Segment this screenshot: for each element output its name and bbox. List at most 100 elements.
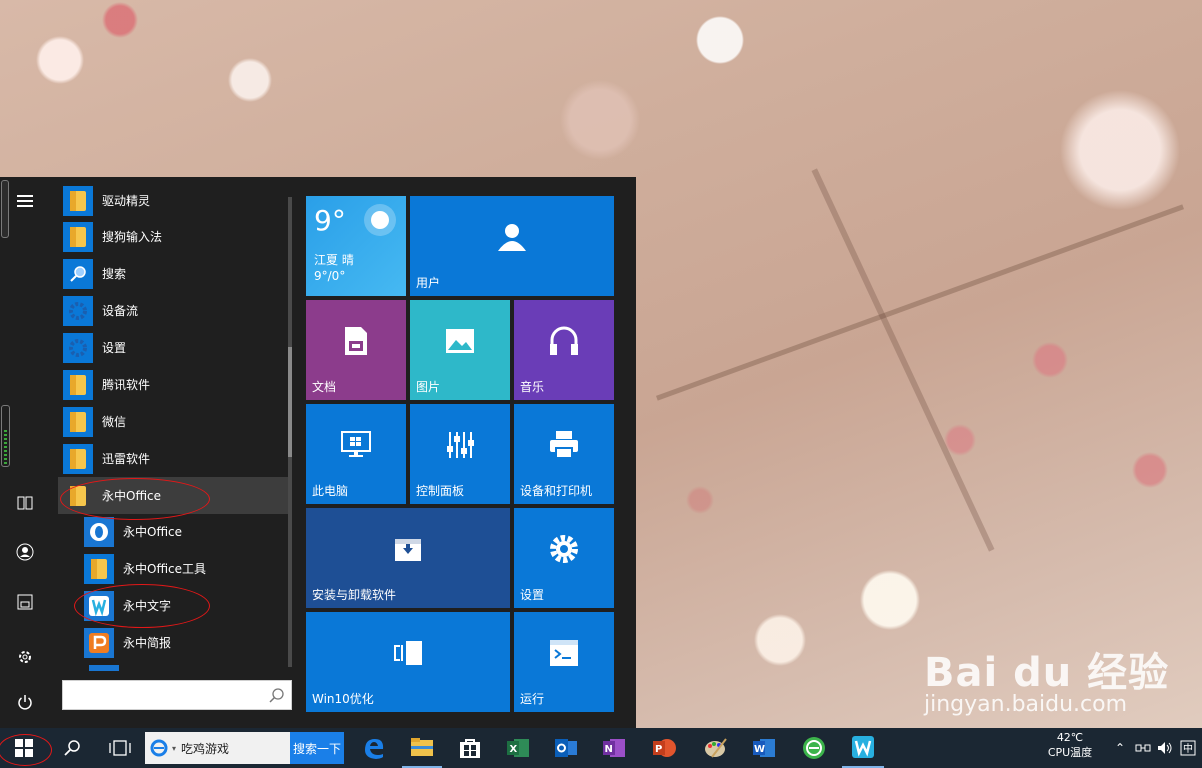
weather-tile[interactable]: 9° 江夏 晴 9°/0°	[306, 196, 406, 296]
user-avatar-icon[interactable]	[0, 532, 50, 572]
outlook-icon[interactable]	[546, 728, 586, 768]
powerpoint-icon[interactable]: P	[642, 728, 688, 768]
tile-label: 用户	[416, 276, 441, 290]
list-item[interactable]: 设备流	[58, 292, 288, 329]
yozo-writer-icon[interactable]	[842, 728, 884, 768]
scrollbar-thumb[interactable]	[288, 347, 292, 457]
search-icon[interactable]	[52, 728, 92, 768]
monitor-icon	[306, 404, 406, 486]
task-view-icon[interactable]	[98, 728, 142, 768]
highlight-oval	[0, 734, 52, 766]
app-label: 微信	[102, 415, 127, 429]
onenote-icon[interactable]: N	[594, 728, 634, 768]
tile-label: 设置	[520, 588, 545, 602]
folder-icon	[84, 553, 114, 584]
app-label: 腾讯软件	[102, 378, 151, 392]
highlight-oval	[60, 478, 210, 520]
tile-label: 运行	[520, 692, 545, 706]
cpu-temp-value: 42℃	[1056, 731, 1084, 744]
svg-text:W: W	[754, 744, 765, 755]
wallpaper-branch	[811, 168, 995, 552]
settings-tile[interactable]: 设置	[514, 508, 614, 608]
documents-tile[interactable]: 文档	[306, 300, 406, 400]
sun-icon	[364, 204, 396, 236]
svg-text:P: P	[655, 744, 662, 755]
list-item[interactable]: 迅雷软件	[58, 440, 288, 477]
volume-icon[interactable]	[1154, 728, 1176, 768]
control-panel-tile[interactable]: 控制面板	[410, 404, 510, 504]
gear-icon	[514, 508, 614, 590]
picture-icon	[410, 300, 510, 382]
headphones-icon	[514, 300, 614, 382]
partial-list-item	[89, 665, 119, 671]
start-menu: 驱动精灵 搜狗输入法 搜索 设备流 设置 腾讯软件 微信 迅雷软件 永中Offi…	[0, 177, 636, 728]
list-item[interactable]: 微信	[58, 403, 288, 440]
weather-range: 9°/0°	[314, 269, 346, 283]
gear-icon	[63, 295, 93, 326]
weather-temp: 9°	[314, 204, 346, 237]
tile-label: 控制面板	[416, 484, 465, 498]
list-item[interactable]: 永中简报	[58, 624, 288, 661]
list-item[interactable]: 驱动精灵	[58, 182, 288, 219]
printer-icon	[514, 404, 614, 486]
search-query: 吃鸡游戏	[181, 741, 230, 756]
tile-label: 设备和打印机	[520, 484, 593, 498]
yozo-office-icon	[84, 516, 114, 547]
power-icon[interactable]	[0, 682, 50, 722]
input-method-icon[interactable]: 中	[1176, 728, 1200, 768]
list-item[interactable]: 设置	[58, 329, 288, 366]
store-icon[interactable]	[450, 728, 490, 768]
win10-optimize-tile[interactable]: Win10优化	[306, 612, 510, 712]
app-label: 搜索	[102, 267, 127, 281]
run-tile[interactable]: 运行	[514, 612, 614, 712]
cpu-temperature[interactable]: 42℃ CPU温度	[1040, 728, 1100, 768]
this-pc-tile[interactable]: 此电脑	[306, 404, 406, 504]
volume-indicator	[1, 405, 10, 467]
list-item[interactable]: 搜索	[58, 255, 288, 292]
wallpaper-branch	[656, 204, 1184, 401]
install-uninstall-tile[interactable]: 安装与卸载软件	[306, 508, 510, 608]
panel-layout-icon	[306, 612, 510, 694]
svg-text:X: X	[510, 744, 518, 755]
tile-label: 此电脑	[312, 484, 349, 498]
start-search-input[interactable]	[62, 680, 292, 710]
list-item[interactable]: 腾讯软件	[58, 366, 288, 403]
documents-icon[interactable]	[0, 582, 50, 622]
tablet-mode-icon[interactable]	[0, 483, 50, 523]
svg-text:中: 中	[1183, 742, 1193, 755]
list-item[interactable]: 搜狗输入法	[58, 218, 288, 255]
tile-label: 音乐	[520, 380, 545, 394]
app-label: 设备流	[102, 304, 139, 318]
chevron-up-icon[interactable]: ⌃	[1110, 728, 1130, 768]
paint-icon[interactable]	[696, 728, 736, 768]
taskbar-search-input[interactable]: ▾ 吃鸡游戏	[145, 732, 290, 764]
list-item[interactable]: 永中Office工具	[58, 550, 288, 587]
pictures-tile[interactable]: 图片	[410, 300, 510, 400]
search-button[interactable]: 搜索一下	[290, 732, 344, 764]
user-tile[interactable]: 用户	[410, 196, 614, 296]
folder-icon	[63, 443, 93, 474]
search-icon[interactable]	[269, 687, 285, 706]
folder-icon	[63, 185, 93, 216]
folder-icon	[63, 369, 93, 400]
file-explorer-icon[interactable]	[402, 728, 442, 768]
chevron-down-icon[interactable]: ▾	[172, 744, 176, 753]
music-tile[interactable]: 音乐	[514, 300, 614, 400]
edge-icon[interactable]	[354, 728, 394, 768]
devices-printers-tile[interactable]: 设备和打印机	[514, 404, 614, 504]
watermark-url: jingyan.baidu.com	[924, 692, 1128, 717]
yozo-presentation-icon	[84, 627, 114, 658]
document-icon	[306, 300, 406, 382]
ie-icon	[150, 739, 168, 757]
browser-icon[interactable]	[792, 728, 836, 768]
app-label: 永中简报	[123, 636, 172, 650]
word-icon[interactable]: W	[744, 728, 784, 768]
settings-icon[interactable]	[0, 637, 50, 677]
network-icon[interactable]	[1132, 728, 1154, 768]
app-label: 迅雷软件	[102, 452, 151, 466]
list-item[interactable]: 永中Office	[58, 513, 288, 550]
tile-label: 文档	[312, 380, 337, 394]
app-list-scrollbar[interactable]	[288, 197, 292, 667]
svg-text:N: N	[605, 744, 613, 755]
excel-icon[interactable]: X	[498, 728, 538, 768]
